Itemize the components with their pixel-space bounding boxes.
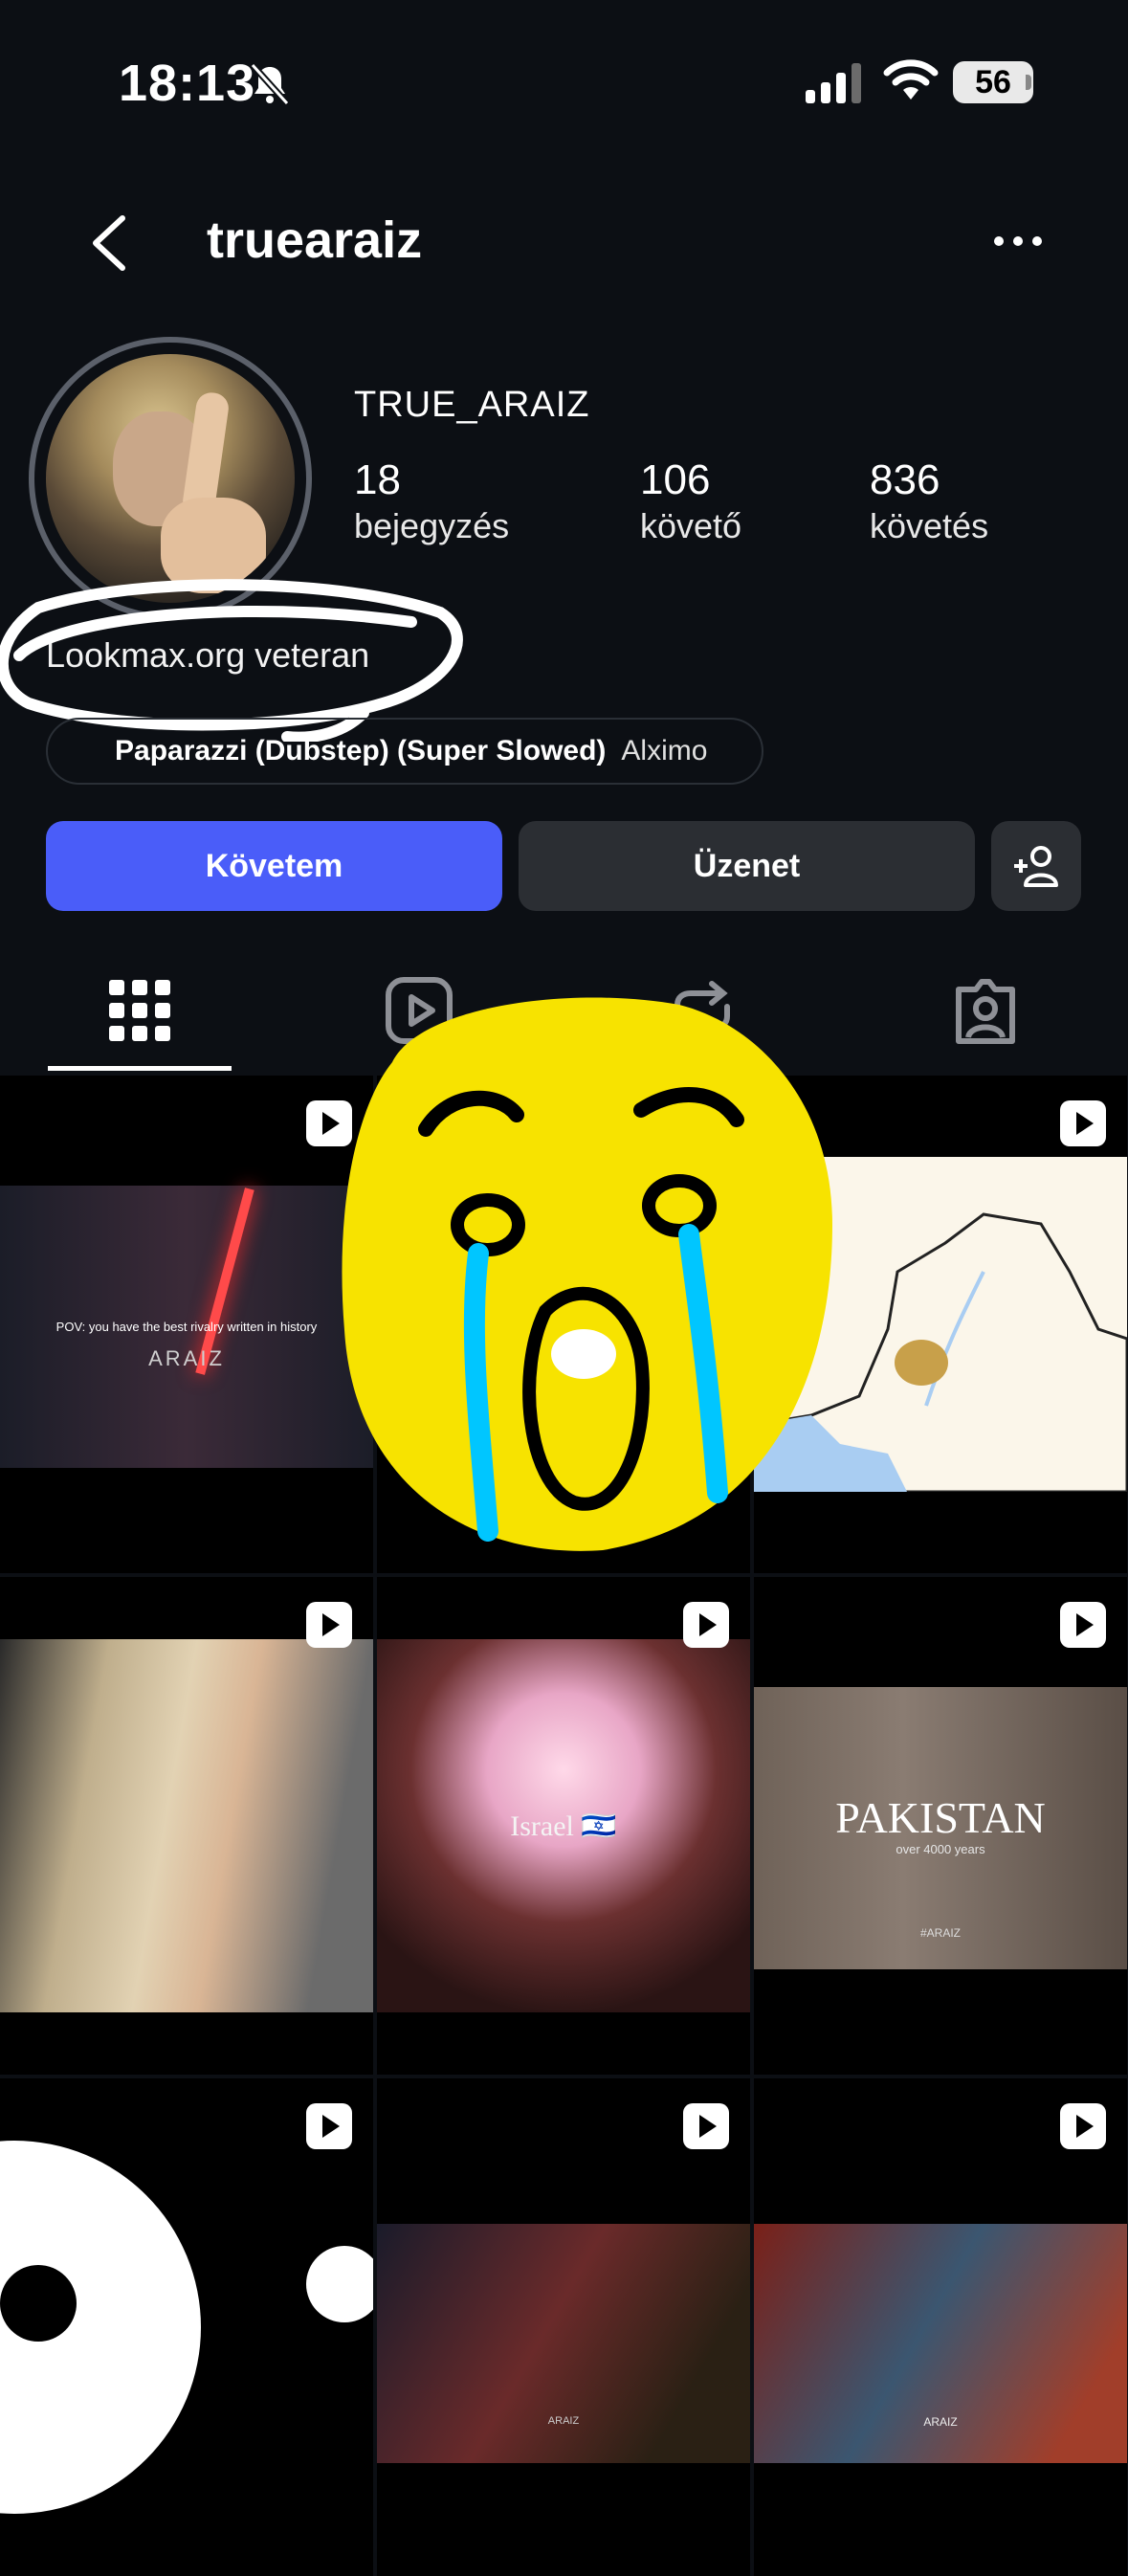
post-watermark: #ARAIZ [919, 1926, 961, 1940]
cellular-signal-icon [806, 63, 861, 103]
post-thumbnail: POV: you have the best rivalry written i… [0, 1186, 373, 1468]
post-watermark: ARAIZ [148, 1346, 225, 1370]
reel-play-icon [1060, 1100, 1106, 1146]
avatar[interactable] [46, 354, 295, 603]
reel-play-icon [1060, 2103, 1106, 2149]
tab-tagged[interactable] [947, 972, 1024, 1049]
silent-bell-icon [250, 62, 290, 106]
grid-post-7[interactable] [0, 2078, 373, 2576]
following-count-label: követés [870, 506, 989, 545]
post-watermark: ARAIZ [547, 2415, 580, 2427]
posts-count-value: 18 [354, 456, 401, 503]
wifi-icon [883, 59, 939, 100]
post-title: PAKISTAN [835, 1793, 1046, 1842]
follow-button[interactable]: Követem [46, 821, 502, 911]
grid-post-5[interactable]: Israel 🇮🇱 [377, 1577, 750, 2075]
grid-post-9[interactable]: ARAIZ [754, 2078, 1127, 2576]
crying-emoji-drawing [342, 997, 832, 1551]
tab-posts-grid[interactable] [101, 972, 178, 1049]
reel-play-icon [683, 2103, 729, 2149]
reel-play-icon [306, 1602, 352, 1648]
post-caption: Israel 🇮🇱 [510, 1810, 617, 1842]
following-count[interactable]: 836 követés [870, 457, 988, 549]
post-thumbnail [0, 2141, 373, 2514]
post-thumbnail [0, 1639, 373, 2012]
grid-post-6[interactable]: PAKISTAN over 4000 years #ARAIZ [754, 1577, 1127, 2075]
more-options-icon[interactable] [989, 220, 1047, 262]
posts-count-label: bejegyzés [354, 506, 510, 545]
music-title: Paparazzi (Dubstep) (Super Slowed) [115, 735, 607, 766]
post-caption: POV: you have the best rivalry written i… [55, 1320, 318, 1334]
grid-post-4[interactable] [0, 1577, 373, 2075]
active-tab-indicator [48, 1066, 232, 1071]
status-time: 18:13 [119, 55, 256, 112]
profile-username: truearaiz [207, 211, 423, 269]
post-thumbnail: ARAIZ [754, 2224, 1127, 2463]
posts-count: 18 bejegyzés [354, 457, 509, 549]
back-arrow-icon[interactable] [86, 212, 136, 274]
music-pill[interactable]: Paparazzi (Dubstep) (Super Slowed) Alxim… [46, 718, 763, 785]
battery-indicator: 56 [953, 61, 1033, 103]
post-thumbnail: PAKISTAN over 4000 years #ARAIZ [754, 1687, 1127, 1969]
followers-count-label: követő [640, 506, 742, 545]
message-button[interactable]: Üzenet [519, 821, 975, 911]
followers-count[interactable]: 106 követő [640, 457, 741, 549]
add-user-icon [1014, 846, 1058, 887]
post-thumbnail: Israel 🇮🇱 [377, 1639, 750, 2012]
music-artist: Alximo [621, 735, 708, 766]
display-name: TRUE_ARAIZ [354, 385, 590, 425]
battery-cap [1026, 75, 1031, 90]
reel-play-icon [1060, 1602, 1106, 1648]
grid-post-1[interactable]: POV: you have the best rivalry written i… [0, 1076, 373, 1573]
following-count-value: 836 [870, 456, 940, 503]
grid-post-8[interactable]: ARAIZ [377, 2078, 750, 2576]
reel-play-icon [306, 2103, 352, 2149]
suggest-users-button[interactable] [991, 821, 1081, 911]
post-thumbnail: ARAIZ [377, 2224, 750, 2463]
followers-count-value: 106 [640, 456, 711, 503]
post-watermark: ARAIZ [923, 2415, 958, 2429]
post-subtitle: over 4000 years [896, 1842, 985, 1856]
reel-play-icon [683, 1602, 729, 1648]
